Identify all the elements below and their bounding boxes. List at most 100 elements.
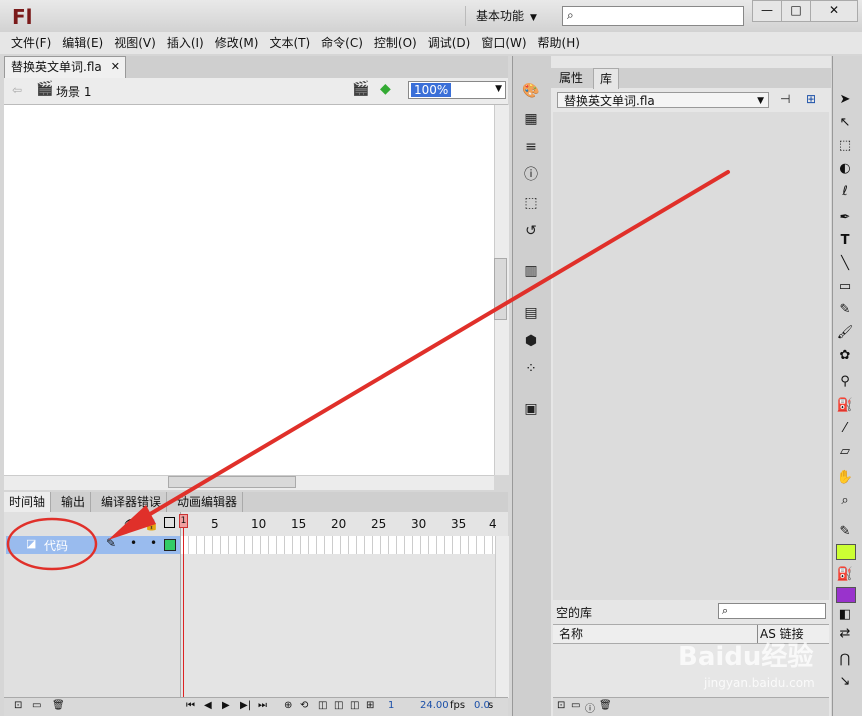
tab-output[interactable]: 输出 [56, 492, 92, 512]
column-name[interactable]: 名称 [559, 625, 583, 643]
layer-row[interactable]: ◪ 代码 ✎ • • [6, 536, 180, 554]
history-icon[interactable]: ↺ [522, 222, 540, 240]
eyedropper-tool-icon[interactable]: ⁄ [835, 419, 855, 439]
default-colors-icon[interactable]: ◧ [835, 605, 855, 625]
smooth-icon[interactable]: ↘ [835, 672, 855, 692]
text-tool-icon[interactable]: T [835, 231, 855, 251]
timeline-vertical-scrollbar[interactable] [495, 536, 509, 698]
lock-icon[interactable]: 🔒 [144, 517, 159, 531]
prev-frame-icon[interactable]: ◀ [204, 700, 212, 711]
hand-tool-icon[interactable]: ✋ [835, 468, 855, 488]
components-icon[interactable]: ⬢ [522, 332, 540, 350]
new-layer-icon[interactable]: ⊡ [14, 700, 22, 711]
motion-presets-icon[interactable]: ⁘ [522, 360, 540, 378]
deco-tool-icon[interactable]: ✿ [835, 346, 855, 366]
new-folder-icon[interactable]: ▭ [32, 700, 41, 711]
menu-debug[interactable]: 调试(D) [428, 32, 471, 54]
library-search-input[interactable]: ⌕ [718, 603, 826, 619]
eraser-tool-icon[interactable]: ▱ [835, 442, 855, 462]
info-icon[interactable]: ⓘ [522, 166, 540, 184]
tab-timeline[interactable]: 时间轴 [4, 492, 52, 512]
stage-horizontal-scroll-thumb[interactable] [168, 476, 296, 488]
delete-layer-icon[interactable]: 🗑 [52, 700, 65, 711]
delete-icon[interactable]: 🗑 [599, 700, 612, 711]
scene-panel-icon[interactable]: ▣ [522, 400, 540, 418]
menu-insert[interactable]: 插入(I) [167, 32, 204, 54]
document-tab[interactable]: 替换英文单词.fla ✕ [4, 56, 126, 78]
subselection-tool-icon[interactable]: ↖ [835, 113, 855, 133]
menu-window[interactable]: 窗口(W) [481, 32, 526, 54]
center-frame-icon[interactable]: ⊕ [284, 700, 292, 711]
pin-library-icon[interactable]: ⊣ [780, 92, 790, 106]
pen-tool-icon[interactable]: ✒ [835, 208, 855, 228]
stroke-color-swatch[interactable] [836, 544, 856, 560]
menu-text[interactable]: 文本(T) [269, 32, 310, 54]
line-tool-icon[interactable]: ╲ [835, 254, 855, 274]
first-frame-icon[interactable]: ⏮ [186, 700, 195, 711]
new-folder-icon[interactable]: ▭ [571, 700, 580, 711]
menu-commands[interactable]: 命令(C) [321, 32, 363, 54]
bone-tool-icon[interactable]: ⚲ [835, 372, 855, 392]
last-frame-icon[interactable]: ⏭ [258, 700, 267, 711]
align-icon[interactable]: ≡ [522, 138, 540, 156]
snap-to-objects-icon[interactable]: ⋂ [835, 650, 855, 670]
frame-rate[interactable]: 24.00 [420, 700, 449, 711]
zoom-select[interactable]: 100% ▼ [408, 81, 506, 99]
layer-name[interactable]: 代码 [44, 537, 68, 554]
playhead-line[interactable] [183, 514, 184, 698]
search-input[interactable]: ⌕ [562, 6, 744, 26]
onion-outline-icon[interactable]: ◫ [334, 700, 343, 711]
common-library-icon[interactable]: ▥ [522, 262, 540, 280]
layer-frames[interactable] [181, 536, 495, 554]
paint-bucket-tool-icon[interactable]: ⛽ [835, 396, 855, 416]
fill-color-swatch[interactable] [836, 587, 856, 603]
menu-view[interactable]: 视图(V) [114, 32, 156, 54]
color-palette-icon[interactable]: 🎨 [522, 82, 540, 100]
play-icon[interactable]: ▶ [222, 700, 230, 711]
eye-icon[interactable]: 👁 [124, 517, 139, 531]
swap-colors-icon[interactable]: ⇄ [835, 624, 855, 644]
free-transform-tool-icon[interactable]: ⬚ [835, 136, 855, 156]
edit-scene-icon[interactable]: 🎬 [352, 81, 369, 97]
pencil-tool-icon[interactable]: ✎ [835, 300, 855, 320]
edit-symbol-icon[interactable]: ◆ [380, 81, 391, 97]
visibility-dot[interactable]: • [130, 536, 137, 550]
outline-icon[interactable] [164, 517, 175, 528]
menu-edit[interactable]: 编辑(E) [62, 32, 103, 54]
close-icon[interactable]: ✕ [111, 57, 120, 77]
edit-multiple-icon[interactable]: ◫ [350, 700, 359, 711]
lock-dot[interactable]: • [150, 536, 157, 550]
close-button[interactable]: ✕ [810, 0, 858, 22]
workspace-switcher[interactable]: 基本功能 ▼ [465, 6, 560, 26]
properties-icon[interactable]: ⓘ [585, 700, 595, 715]
minimize-button[interactable]: — [752, 0, 782, 22]
swatches-icon[interactable]: ▦ [522, 110, 540, 128]
rectangle-tool-icon[interactable]: ▭ [835, 277, 855, 297]
tab-motion-editor[interactable]: 动画编辑器 [172, 492, 244, 512]
loop-icon[interactable]: ⟲ [300, 700, 308, 711]
stage-canvas[interactable] [4, 105, 494, 475]
frame-ruler[interactable]: 5 10 15 20 25 30 35 4 [181, 514, 497, 536]
tab-library[interactable]: 库 [593, 68, 620, 89]
actions-icon[interactable]: ▤ [522, 304, 540, 322]
menu-control[interactable]: 控制(O) [374, 32, 417, 54]
back-arrow-icon[interactable]: ⇦ [12, 83, 22, 97]
library-document-select[interactable]: 替换英文单词.fla ▼ [557, 92, 769, 108]
onion-markers-icon[interactable]: ⊞ [366, 700, 374, 711]
playhead[interactable]: 1 [179, 514, 188, 528]
next-frame-icon[interactable]: ▶| [240, 700, 251, 711]
transform-icon[interactable]: ⬚ [522, 194, 540, 212]
brush-tool-icon[interactable]: 🖌 [835, 323, 855, 343]
menu-help[interactable]: 帮助(H) [538, 32, 580, 54]
onion-skin-icon[interactable]: ◫ [318, 700, 327, 711]
3d-rotation-tool-icon[interactable]: ◐ [835, 159, 855, 179]
selection-tool-icon[interactable]: ➤ [835, 90, 855, 110]
menu-file[interactable]: 文件(F) [11, 32, 51, 54]
stage-vertical-scroll-thumb[interactable] [494, 258, 507, 320]
new-symbol-icon[interactable]: ⊡ [557, 700, 565, 711]
layer-outline-color[interactable] [164, 539, 176, 551]
zoom-tool-icon[interactable]: ⌕ [835, 491, 855, 511]
lasso-tool-icon[interactable]: ℓ [835, 182, 855, 202]
tab-properties[interactable]: 属性 [553, 68, 589, 88]
maximize-button[interactable]: □ [781, 0, 811, 22]
